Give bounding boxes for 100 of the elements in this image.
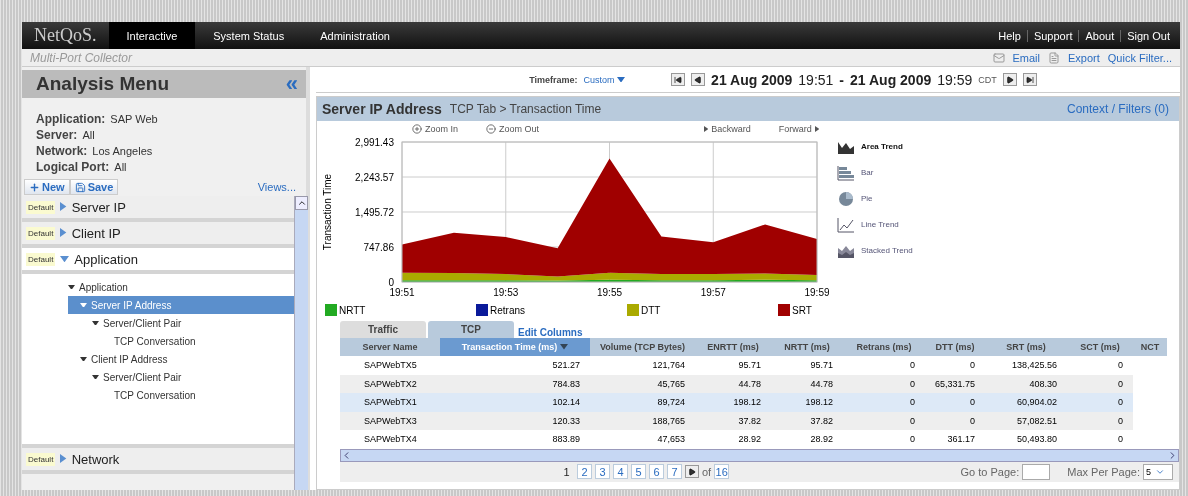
end-date: 21 Aug 2009 xyxy=(850,71,932,88)
tree-item[interactable]: Application xyxy=(68,278,294,296)
chart-control[interactable]: Zoom In xyxy=(412,123,458,134)
goto-page-field[interactable] xyxy=(1022,463,1051,480)
next-page-button[interactable] xyxy=(685,465,699,478)
save-button[interactable]: Save xyxy=(69,179,119,195)
section-title[interactable]: Application xyxy=(74,251,138,267)
tree-item[interactable]: TCP Conversation xyxy=(68,332,294,350)
views-link[interactable]: Views... xyxy=(257,181,296,193)
line-chart-icon xyxy=(837,216,855,233)
accordion-header[interactable]: Default Application xyxy=(22,248,294,274)
timeframe-label: Timeframe: xyxy=(529,74,578,85)
page-link[interactable]: 4 xyxy=(613,464,628,479)
chart-control[interactable]: Backward xyxy=(704,123,751,134)
start-time: 19:51 xyxy=(798,71,834,88)
timeframe-dropdown[interactable]: Custom xyxy=(583,74,626,85)
start-date: 21 Aug 2009 xyxy=(711,71,793,88)
y-axis-label: Transaction Time xyxy=(322,173,333,251)
header-link[interactable]: Sign Out xyxy=(1120,29,1176,42)
last-button[interactable] xyxy=(1022,73,1037,86)
tree-item[interactable]: Server/Client Pair xyxy=(68,368,294,386)
page-link[interactable]: 6 xyxy=(649,464,664,479)
new-button[interactable]: New xyxy=(24,179,70,195)
info-value: Los Angeles xyxy=(92,145,153,157)
info-label: Logical Port: xyxy=(36,160,110,174)
chart-type-option[interactable]: Line Trend xyxy=(837,215,913,234)
page-link[interactable]: 2 xyxy=(577,464,592,479)
table-cell: 0 xyxy=(925,393,985,412)
page-link[interactable]: 3 xyxy=(595,464,610,479)
chart-control[interactable]: Forward xyxy=(778,123,819,134)
column-header[interactable]: DTT (ms) xyxy=(925,338,985,356)
nav-tab[interactable]: Administration xyxy=(302,22,408,49)
next-button[interactable] xyxy=(1002,73,1017,86)
default-tag: Default xyxy=(26,452,56,466)
table-cell: 0 xyxy=(1067,393,1133,412)
table-cell: SAPWebTX1 xyxy=(340,393,440,412)
section-title[interactable]: Client IP xyxy=(71,225,121,241)
tree-item[interactable]: TCP Conversation xyxy=(68,386,294,404)
info-label: Network: xyxy=(36,144,88,158)
zoom-in-icon xyxy=(412,123,422,134)
page-link[interactable]: 7 xyxy=(667,464,682,479)
scroll-up-icon xyxy=(296,198,307,208)
expanded-arrow-icon xyxy=(80,356,87,362)
mail-icon xyxy=(992,51,1005,64)
collapsed-arrow-icon xyxy=(704,125,709,132)
column-header[interactable]: Volume (TCP Bytes) xyxy=(590,338,695,356)
first-button[interactable] xyxy=(671,73,686,86)
tab[interactable]: TCP xyxy=(428,321,514,338)
plus-icon xyxy=(29,181,40,193)
header-link[interactable]: Help xyxy=(992,29,1027,42)
edit-columns-link[interactable]: Edit Columns xyxy=(518,327,583,338)
info-value: SAP Web xyxy=(110,113,158,125)
x-tick-label: 19:55 xyxy=(597,287,622,298)
column-header[interactable]: Retrans (ms) xyxy=(843,338,925,356)
toolbar-link[interactable]: Email xyxy=(1012,51,1040,64)
chart-control[interactable]: Zoom Out xyxy=(486,123,540,134)
x-tick-label: 19:51 xyxy=(389,287,415,298)
info-value: All xyxy=(82,129,95,141)
previous-button[interactable] xyxy=(691,73,706,86)
toolbar-link[interactable]: Quick Filter... xyxy=(1107,51,1172,64)
column-header[interactable]: ENRTT (ms) xyxy=(695,338,771,356)
section-title[interactable]: Server IP xyxy=(71,199,126,215)
vertical-scrollbar[interactable] xyxy=(294,196,308,490)
max-per-page-select[interactable]: 5 xyxy=(1143,463,1173,480)
column-header[interactable]: NRTT (ms) xyxy=(771,338,843,356)
chart-type-option[interactable]: Stacked Trend xyxy=(837,241,913,260)
page-link[interactable]: 5 xyxy=(631,464,646,479)
legend-label: SRT xyxy=(792,304,812,316)
expanded-arrow-icon xyxy=(617,76,626,83)
legend-label: Retrans xyxy=(490,304,525,316)
section-title[interactable]: Network xyxy=(71,451,120,467)
legend-label: NRTT xyxy=(339,304,366,316)
page-link[interactable]: 16 xyxy=(714,464,730,479)
default-tag: Default xyxy=(26,200,56,214)
toolbar-link[interactable]: Export xyxy=(1068,51,1100,64)
header-link[interactable]: Support xyxy=(1026,29,1079,42)
tree-item[interactable]: Server/Client Pair xyxy=(68,314,294,332)
tree-item[interactable]: Client IP Address xyxy=(68,350,294,368)
header-link[interactable]: About xyxy=(1078,29,1121,42)
column-header[interactable]: Server Name xyxy=(340,338,440,356)
column-header[interactable]: SCT (ms) xyxy=(1067,338,1133,356)
page-link[interactable]: 1 xyxy=(559,464,574,479)
chart-type-option[interactable]: Pie xyxy=(837,189,913,208)
default-tag: Default xyxy=(26,252,56,266)
expanded-arrow-icon xyxy=(68,284,75,290)
expanded-arrow-icon xyxy=(60,255,70,262)
nav-tab[interactable]: System Status xyxy=(195,22,303,49)
chart-type-option[interactable]: Area Trend xyxy=(837,137,913,156)
panel-title: Server IP Address xyxy=(322,101,442,117)
column-header[interactable]: NCT xyxy=(1133,338,1167,356)
y-tick-label: 2,243.57 xyxy=(355,172,394,183)
column-header[interactable]: SRT (ms) xyxy=(985,338,1067,356)
previous-icon xyxy=(694,75,703,84)
chart-type-option[interactable]: Bar xyxy=(837,163,913,182)
table-cell: 60,904.02 xyxy=(985,393,1067,412)
info-value: All xyxy=(114,161,127,173)
tab[interactable]: Traffic xyxy=(340,321,426,338)
save-icon xyxy=(74,181,86,193)
x-tick-label: 19:59 xyxy=(804,287,829,298)
nav-tab[interactable]: Interactive xyxy=(108,22,196,49)
